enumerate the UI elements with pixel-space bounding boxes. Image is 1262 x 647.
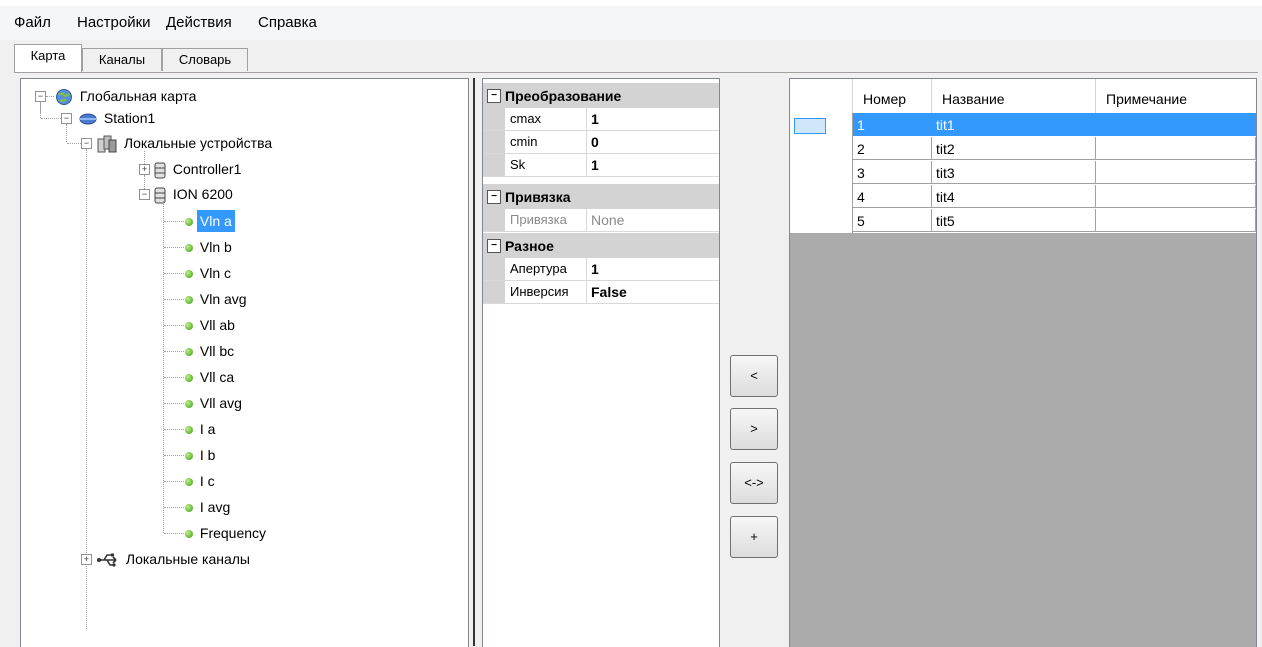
expand-icon[interactable]: +: [139, 164, 150, 175]
row-header[interactable]: [790, 209, 853, 233]
property-row[interactable]: cmin 0: [483, 131, 719, 154]
tab-dictionary[interactable]: Словарь: [162, 48, 248, 71]
collapse-icon[interactable]: −: [139, 189, 150, 200]
table-row[interactable]: 2 tit2: [790, 137, 1256, 161]
row-header[interactable]: [790, 185, 853, 209]
tree-node-station[interactable]: Station1: [79, 107, 158, 129]
green-dot-icon: [185, 374, 193, 383]
tab-channels[interactable]: Каналы: [82, 48, 162, 71]
green-dot-icon: [185, 244, 193, 253]
property-grid[interactable]: − Преобразование cmax 1 cmin 0 Sk 1 − Привязк…: [482, 78, 720, 647]
collapse-icon[interactable]: −: [487, 190, 501, 205]
column-header-note[interactable]: Примечание: [1096, 79, 1256, 113]
green-dot-icon: [185, 452, 193, 461]
tree-node-channel[interactable]: Vln a: [185, 210, 235, 232]
row-header[interactable]: [790, 137, 853, 161]
collapse-icon[interactable]: −: [487, 89, 501, 104]
green-dot-icon: [185, 322, 193, 331]
tree-node-controller1[interactable]: Controller1: [154, 158, 244, 180]
menu-help[interactable]: Справка: [254, 14, 321, 31]
tree-node-channel[interactable]: Vll ca: [185, 366, 237, 388]
tree-view[interactable]: − Глобальная карта − Station1 − Локальны…: [20, 78, 469, 647]
tree-node-channel[interactable]: Vll bc: [185, 340, 237, 362]
green-dot-icon: [185, 348, 193, 357]
tree-node-ion6200[interactable]: ION 6200: [154, 183, 236, 205]
property-category[interactable]: − Привязка: [483, 184, 719, 209]
database-icon: [154, 162, 166, 179]
tree-node-channel[interactable]: I avg: [185, 496, 233, 518]
green-dot-icon: [185, 426, 193, 435]
property-row[interactable]: cmax 1: [483, 108, 719, 131]
property-row[interactable]: Инверсия False: [483, 281, 719, 304]
collapse-icon[interactable]: −: [487, 239, 501, 254]
tree-node-channel[interactable]: I a: [185, 418, 218, 440]
grid-header: Номер Название Примечание: [790, 79, 1256, 113]
channels-grid[interactable]: Номер Название Примечание 1 tit1 2 tit2 …: [789, 78, 1257, 647]
property-category[interactable]: − Преобразование: [483, 83, 719, 108]
tree-node-channel[interactable]: Vln avg: [185, 288, 250, 310]
title-strip: [0, 0, 1262, 6]
property-row[interactable]: Апертура 1: [483, 258, 719, 281]
database-icon: [154, 187, 166, 204]
globe-icon: [56, 89, 72, 106]
tree-node-local-devices[interactable]: Локальные устройства: [97, 132, 275, 154]
collapse-icon[interactable]: −: [61, 113, 72, 124]
usb-icon: [97, 553, 117, 567]
table-row[interactable]: 1 tit1: [790, 113, 1256, 137]
tree-node-channel[interactable]: Vll ab: [185, 314, 238, 336]
swap-button[interactable]: <->: [730, 462, 778, 504]
property-category[interactable]: − Разное: [483, 233, 719, 258]
green-dot-icon: [185, 218, 193, 227]
tab-strip: Карта Каналы Словарь: [0, 42, 1262, 72]
row-header[interactable]: [790, 113, 853, 137]
expand-icon[interactable]: +: [81, 554, 92, 565]
tree-node-channel[interactable]: Vln c: [185, 262, 234, 284]
property-row[interactable]: Sk 1: [483, 154, 719, 177]
menu-actions[interactable]: Действия: [162, 14, 236, 31]
tree-node-channel[interactable]: I c: [185, 470, 218, 492]
splitter[interactable]: [469, 78, 479, 646]
network-icon: [79, 113, 97, 125]
tree-node-channel[interactable]: Vln b: [185, 236, 235, 258]
add-button[interactable]: +: [730, 516, 778, 558]
green-dot-icon: [185, 400, 193, 409]
menu-file[interactable]: Файл: [10, 14, 55, 31]
green-dot-icon: [185, 296, 193, 305]
menu-bar: Файл Настройки Действия Справка: [0, 0, 1262, 40]
tree-node-channel[interactable]: I b: [185, 444, 218, 466]
green-dot-icon: [185, 530, 193, 539]
table-row[interactable]: 4 tit4: [790, 185, 1256, 209]
row-header[interactable]: [790, 161, 853, 185]
property-row[interactable]: Привязка None: [483, 209, 719, 232]
menu-settings[interactable]: Настройки: [73, 14, 155, 31]
column-header-name[interactable]: Название: [932, 79, 1096, 113]
move-left-button[interactable]: <: [730, 355, 778, 397]
tab-map[interactable]: Карта: [14, 44, 82, 72]
green-dot-icon: [185, 270, 193, 279]
move-right-button[interactable]: >: [730, 408, 778, 450]
tree-node-global-map[interactable]: Глобальная карта: [55, 85, 199, 107]
green-dot-icon: [185, 478, 193, 487]
tree-node-channel[interactable]: Vll avg: [185, 392, 245, 414]
tree-node-channel[interactable]: Frequency: [185, 522, 269, 544]
table-row[interactable]: 5 tit5: [790, 209, 1256, 233]
tree-node-local-channels[interactable]: Локальные каналы: [97, 548, 253, 570]
table-row[interactable]: 3 tit3: [790, 161, 1256, 185]
collapse-icon[interactable]: −: [81, 138, 92, 149]
green-dot-icon: [185, 504, 193, 513]
column-header-number[interactable]: Номер: [853, 79, 932, 113]
row-header-corner: [790, 79, 853, 113]
devices-icon: [97, 135, 117, 153]
